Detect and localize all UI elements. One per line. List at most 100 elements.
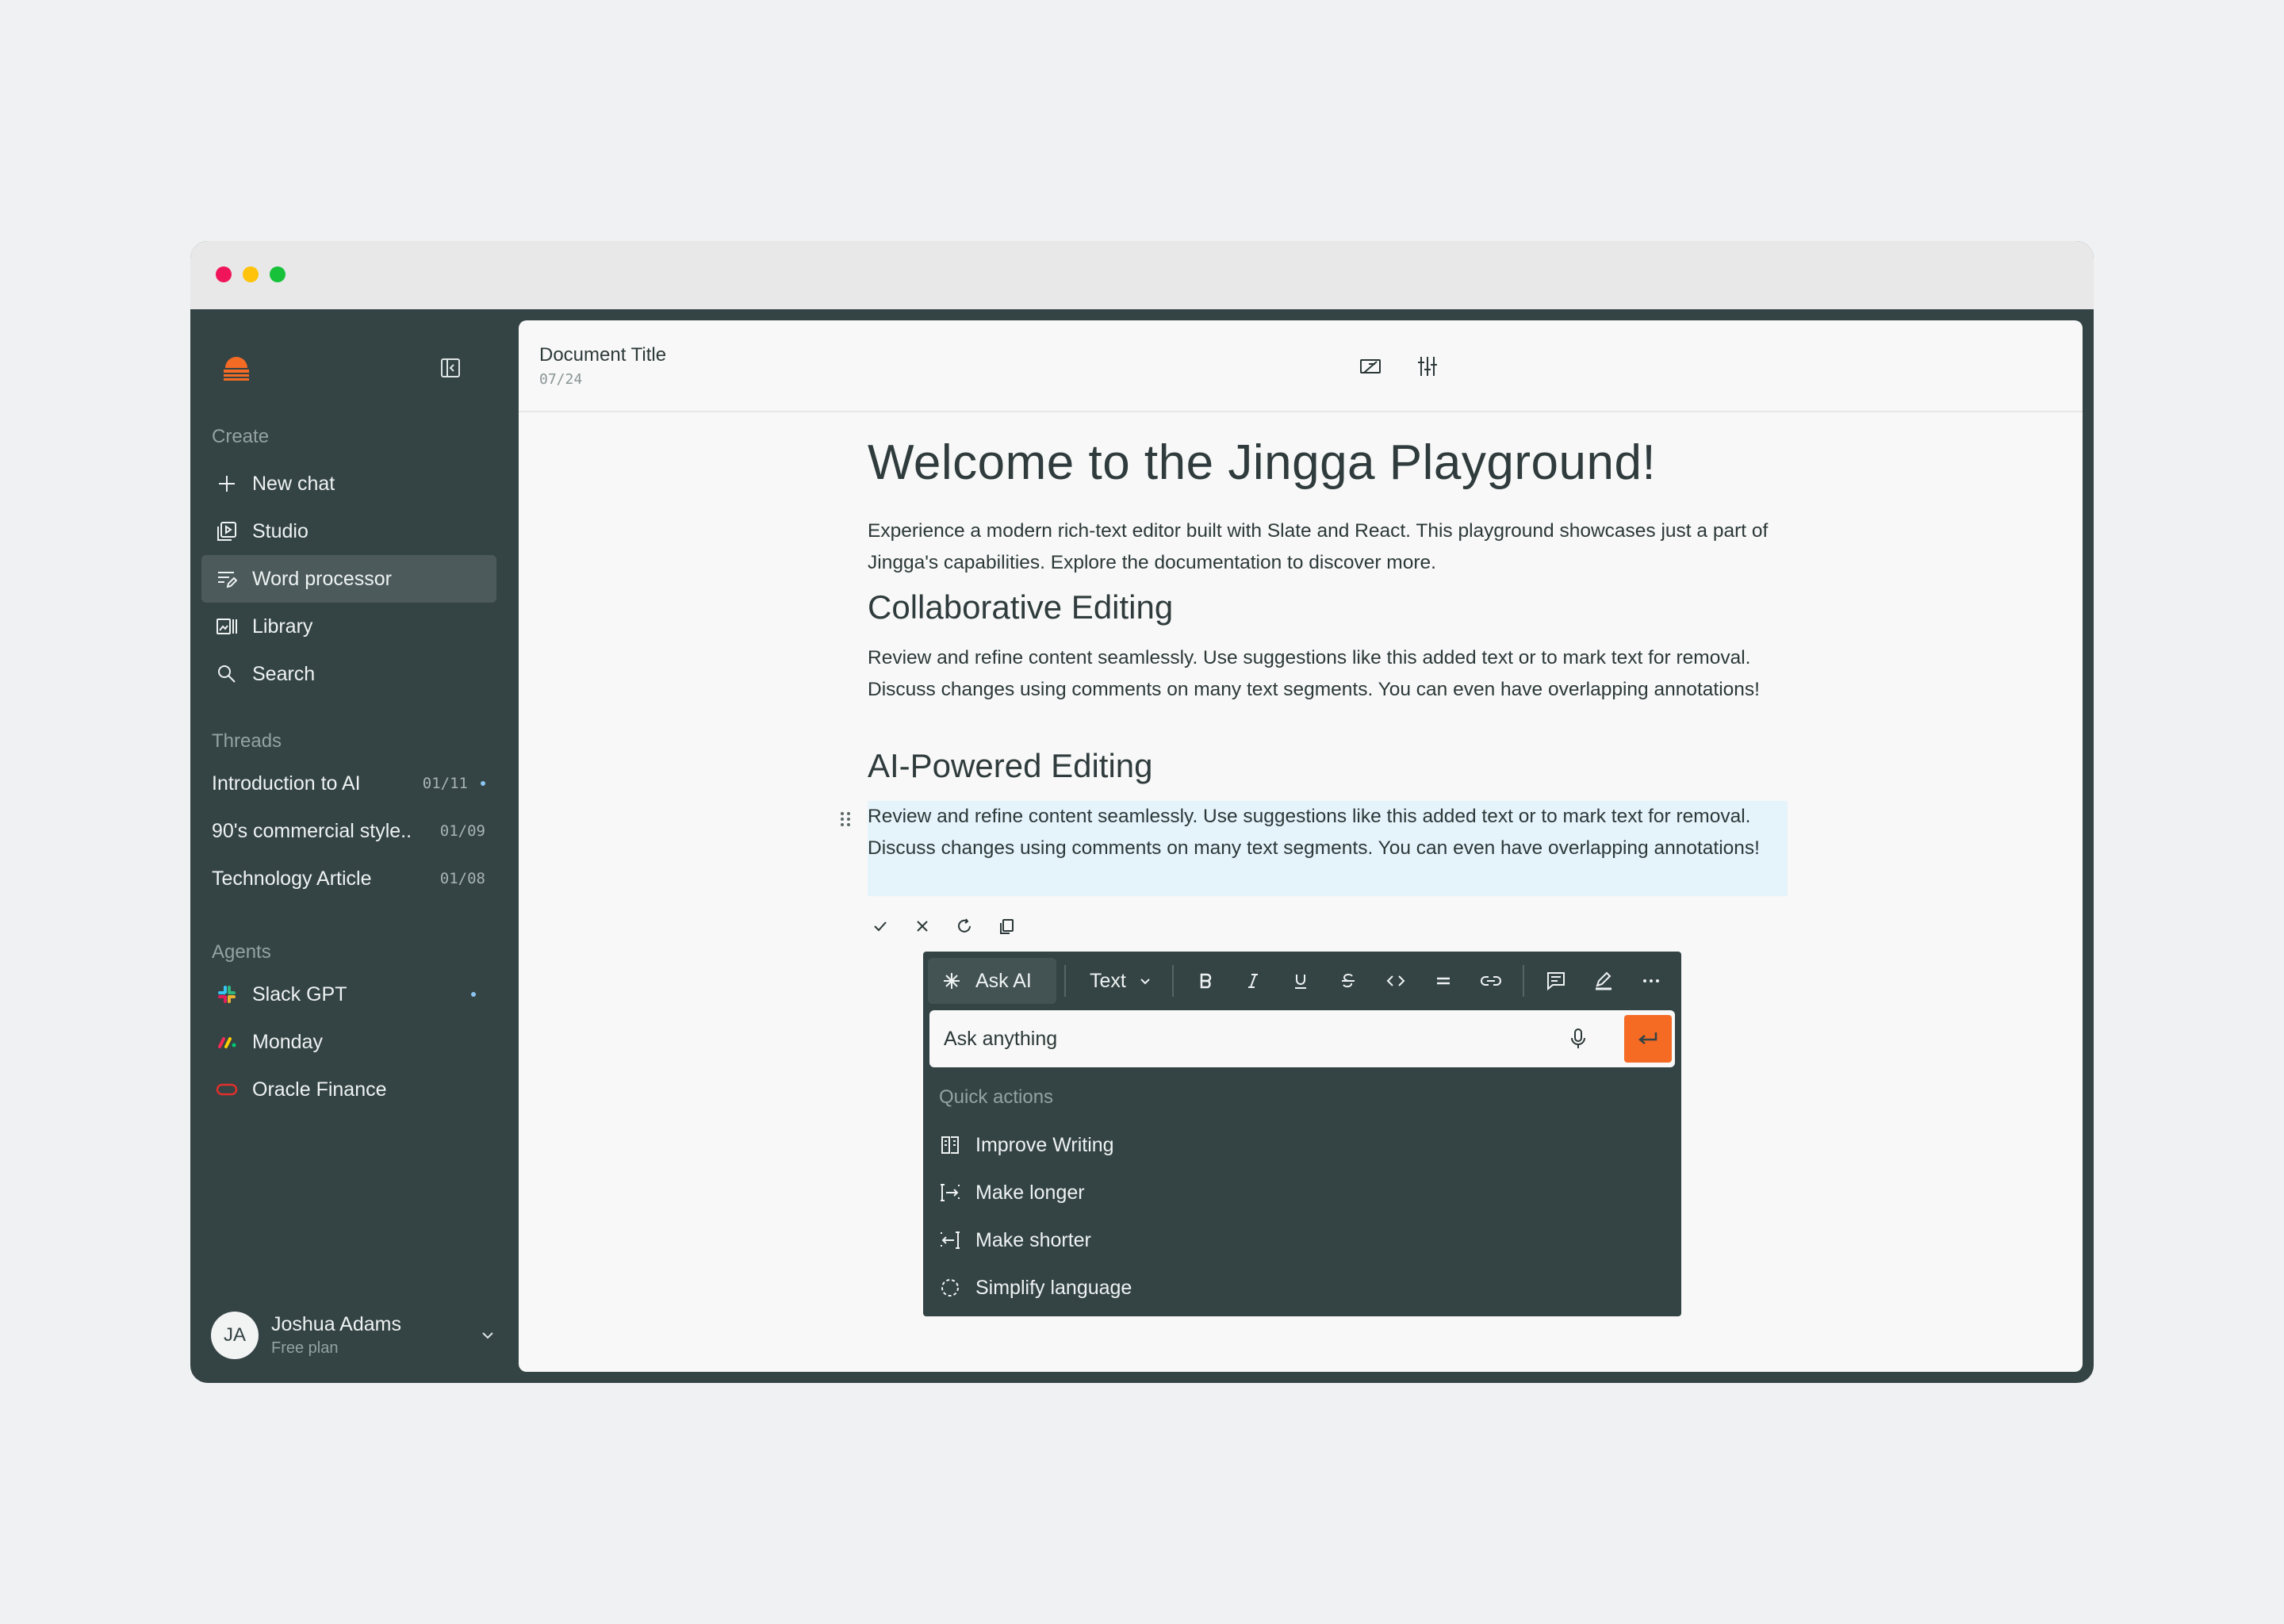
- window-titlebar: [190, 241, 2094, 309]
- create-section-label: Create: [212, 426, 270, 447]
- comment-icon[interactable]: [1532, 958, 1580, 1004]
- collaborative-paragraph: Review and refine content seamlessly. Us…: [868, 647, 1760, 700]
- document-header: Document Title 07/24: [519, 320, 2083, 412]
- minimize-window-button[interactable]: [243, 266, 259, 282]
- toolbar-divider: [1522, 965, 1524, 997]
- submit-button[interactable]: [1624, 1015, 1672, 1063]
- nav-new-chat[interactable]: New chat: [201, 460, 496, 508]
- document-title[interactable]: Document Title: [539, 344, 666, 366]
- nav-label: Word processor: [252, 567, 392, 590]
- unread-dot: [481, 781, 485, 786]
- improve-writing-icon: [939, 1134, 961, 1156]
- strikethrough-icon[interactable]: [1324, 958, 1372, 1004]
- block-type-value: Text: [1090, 969, 1126, 992]
- agent-label: Oracle Finance: [252, 1078, 387, 1101]
- chevron-down-icon[interactable]: [479, 1327, 496, 1344]
- document-heading: Welcome to the Jingga Playground!: [868, 435, 1657, 490]
- thread-title: Introduction to AI: [212, 772, 361, 795]
- sparkle-icon: [941, 970, 963, 992]
- nav-studio[interactable]: Studio: [201, 508, 496, 555]
- bold-icon[interactable]: [1182, 958, 1229, 1004]
- search-icon: [216, 663, 238, 685]
- thread-item[interactable]: 90's commercial style.. 01/09: [201, 807, 496, 855]
- agent-monday[interactable]: Monday: [201, 1018, 496, 1066]
- nav-library[interactable]: Library: [201, 603, 496, 650]
- quick-action-improve-writing[interactable]: Improve Writing: [939, 1125, 1114, 1165]
- make-shorter-icon: [939, 1229, 961, 1251]
- ai-menu-popup: Ask AI Text Ask anything Quick actions I…: [923, 952, 1681, 1316]
- equals-icon[interactable]: [1420, 958, 1467, 1004]
- make-longer-icon: [939, 1182, 961, 1204]
- word-processor-icon: [216, 568, 238, 590]
- ai-prompt-box: [929, 1010, 1675, 1067]
- quick-action-label: Make longer: [975, 1181, 1085, 1204]
- quick-action-make-longer[interactable]: Make longer: [939, 1173, 1085, 1212]
- preview-icon[interactable]: [1358, 354, 1383, 379]
- document-date: 07/24: [539, 371, 583, 388]
- ask-ai-button[interactable]: Ask AI: [928, 958, 1056, 1004]
- avatar: JA: [211, 1312, 259, 1359]
- agent-label: Slack GPT: [252, 982, 347, 1005]
- copy-icon[interactable]: [994, 914, 1019, 939]
- nav-label: Library: [252, 615, 313, 638]
- library-icon: [216, 615, 238, 638]
- agent-oracle-finance[interactable]: Oracle Finance: [201, 1066, 496, 1113]
- user-plan: Free plan: [271, 1339, 339, 1357]
- italic-icon[interactable]: [1229, 958, 1277, 1004]
- reject-icon[interactable]: [910, 914, 935, 939]
- enter-arrow-icon: [1638, 1032, 1657, 1044]
- agent-label: Monday: [252, 1030, 323, 1053]
- more-options-icon[interactable]: [1627, 958, 1675, 1004]
- close-window-button[interactable]: [216, 266, 232, 282]
- microphone-icon[interactable]: [1564, 1025, 1592, 1053]
- threads-section-label: Threads: [212, 730, 282, 752]
- user-menu[interactable]: JA Joshua Adams Free plan: [211, 1310, 496, 1361]
- toolbar-divider: [1171, 965, 1174, 997]
- toolbar-divider: [1064, 965, 1066, 997]
- retry-icon[interactable]: [952, 914, 977, 939]
- nav-label: New chat: [252, 472, 335, 495]
- app-logo-icon: [222, 354, 251, 382]
- accept-icon[interactable]: [868, 914, 893, 939]
- nav-word-processor[interactable]: Word processor: [201, 555, 496, 603]
- slack-icon: [216, 983, 238, 1005]
- ai-prompt-input[interactable]: [944, 1021, 1546, 1056]
- quick-action-label: Simplify language: [975, 1276, 1132, 1299]
- intro-paragraph: Experience a modern rich-text editor bui…: [868, 520, 1769, 573]
- ai-toolbar: Ask AI Text: [928, 956, 1677, 1005]
- studio-icon: [216, 520, 238, 542]
- simplify-language-icon: [939, 1277, 961, 1299]
- monday-icon: [216, 1031, 238, 1053]
- section-heading-collaborative: Collaborative Editing: [868, 588, 1174, 626]
- chevron-down-icon: [1137, 973, 1153, 989]
- agents-section-label: Agents: [212, 941, 271, 963]
- user-name: Joshua Adams: [271, 1313, 401, 1335]
- sidebar: Create New chat Studio Word processor Li…: [190, 309, 517, 1383]
- collapse-sidebar-icon[interactable]: [439, 357, 462, 379]
- underline-icon[interactable]: [1277, 958, 1324, 1004]
- quick-action-label: Make shorter: [975, 1228, 1091, 1251]
- plus-icon: [216, 473, 238, 495]
- maximize-window-button[interactable]: [270, 266, 286, 282]
- settings-sliders-icon[interactable]: [1415, 354, 1440, 379]
- link-icon[interactable]: [1467, 958, 1515, 1004]
- nav-label: Search: [252, 662, 316, 685]
- quick-action-label: Improve Writing: [975, 1133, 1114, 1156]
- ai-paragraph: Review and refine content seamlessly. Us…: [868, 806, 1760, 859]
- highlight-pen-icon[interactable]: [1580, 958, 1627, 1004]
- quick-action-make-shorter[interactable]: Make shorter: [939, 1220, 1091, 1260]
- thread-item[interactable]: Introduction to AI 01/11: [201, 760, 496, 807]
- thread-date: 01/08: [439, 870, 485, 887]
- quick-action-simplify-language[interactable]: Simplify language: [939, 1268, 1132, 1308]
- section-heading-ai: AI-Powered Editing: [868, 747, 1153, 784]
- thread-item[interactable]: Technology Article 01/08: [201, 855, 496, 902]
- quick-actions-label: Quick actions: [939, 1086, 1054, 1108]
- nav-search[interactable]: Search: [201, 650, 496, 698]
- block-type-dropdown[interactable]: Text: [1074, 958, 1164, 1004]
- drag-handle-icon[interactable]: [839, 810, 852, 828]
- code-icon[interactable]: [1372, 958, 1420, 1004]
- thread-title: Technology Article: [212, 867, 372, 890]
- agent-slack-gpt[interactable]: Slack GPT: [201, 971, 496, 1018]
- editor-panel: Document Title 07/24 Welcome to the Jing…: [519, 320, 2083, 1372]
- unread-dot: [471, 992, 476, 997]
